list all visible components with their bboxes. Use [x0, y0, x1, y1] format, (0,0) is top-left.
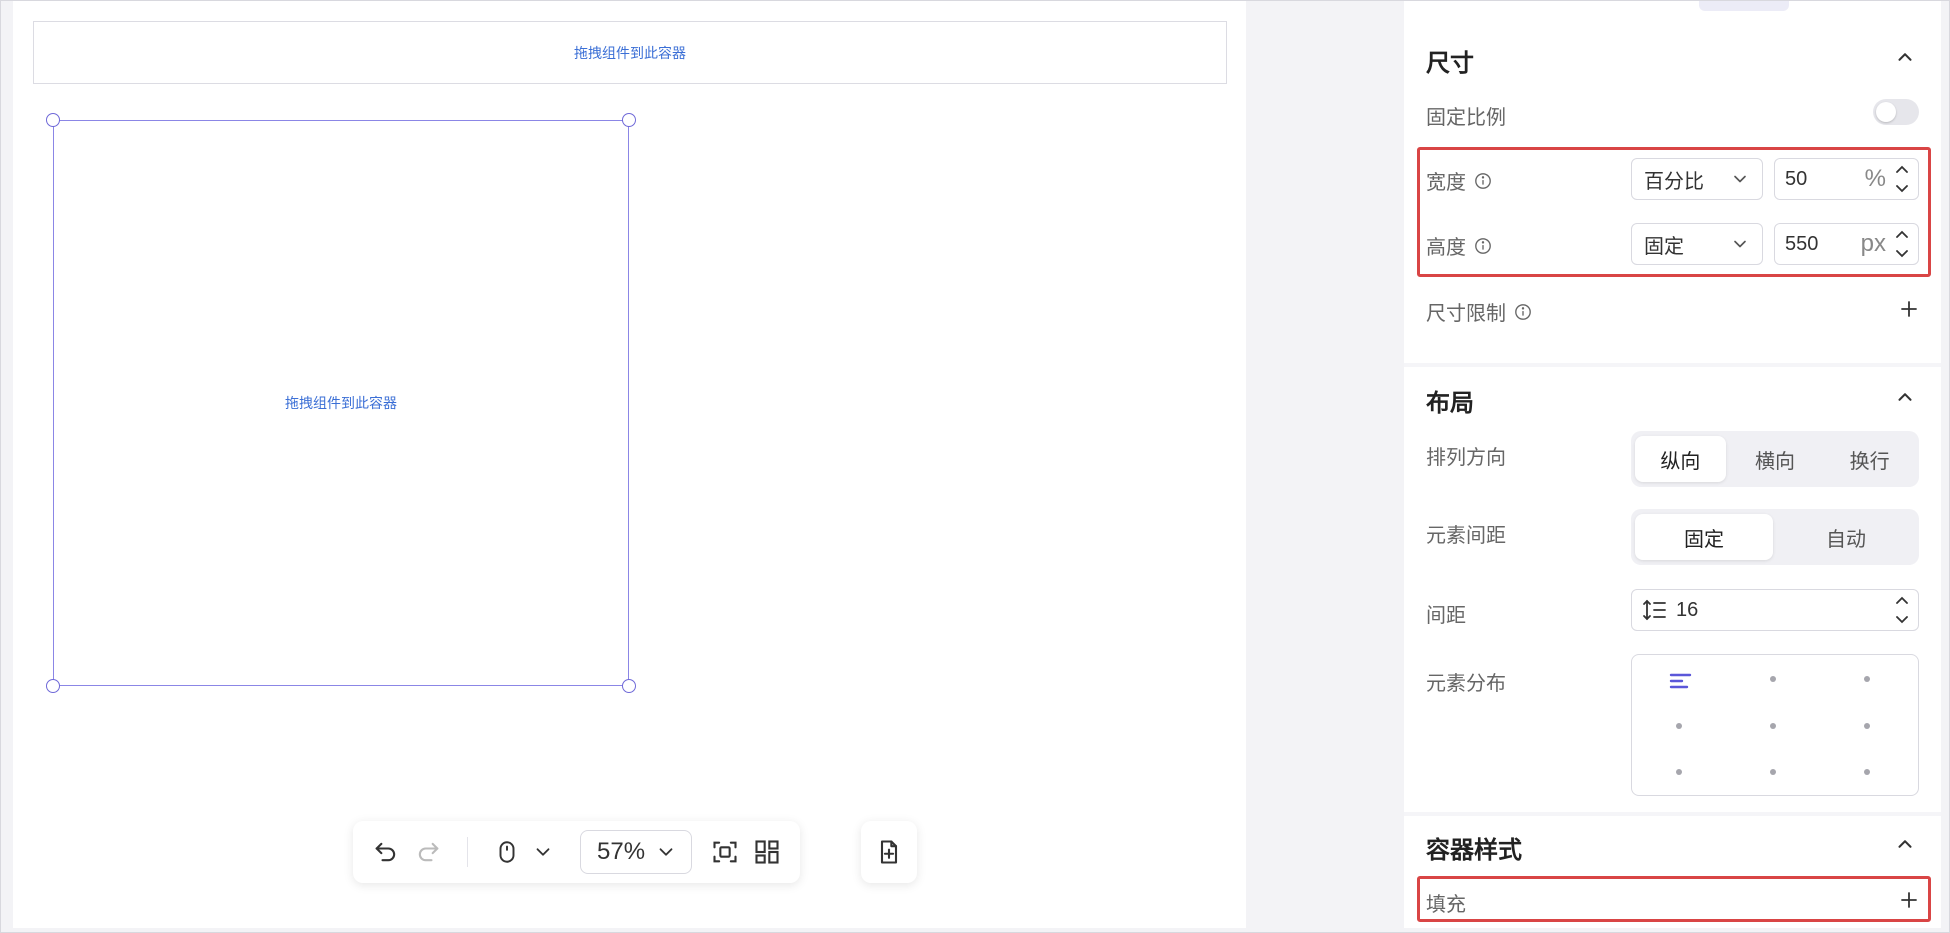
plus-icon [1901, 301, 1917, 317]
info-icon [1515, 303, 1531, 320]
size-limit-label-row: 尺寸限制 [1426, 297, 1532, 326]
width-height-highlight [1417, 147, 1931, 277]
cut-off-section [1404, 1, 1941, 13]
direction-option-wrap[interactable]: 换行 [1824, 436, 1915, 482]
fit-screen-button[interactable] [704, 831, 746, 873]
spacing-mode-option-fixed[interactable]: 固定 [1635, 514, 1773, 560]
distribution-dot-bottom-center[interactable] [1770, 769, 1776, 775]
spacing-mode-segmented: 固定 自动 [1631, 509, 1919, 565]
layout-section-title: 布局 [1426, 390, 1474, 417]
distribution-dot-top-center[interactable] [1770, 676, 1776, 682]
size-section-title: 尺寸 [1426, 50, 1474, 77]
gap-value: 16 [1676, 598, 1699, 621]
direction-option-horizontal[interactable]: 横向 [1730, 436, 1821, 482]
gap-label: 间距 [1426, 605, 1466, 627]
distribution-grid [1631, 654, 1919, 796]
dropzone-top-text: 拖拽组件到此容器 [574, 44, 686, 61]
mouse-icon [499, 841, 515, 863]
resize-handle-top-left[interactable] [46, 113, 60, 127]
resize-handle-bottom-right[interactable] [622, 679, 636, 693]
redo-icon [418, 842, 439, 862]
zoom-select[interactable]: 57% [580, 830, 693, 874]
distribution-dot-bottom-right[interactable] [1864, 769, 1870, 775]
direction-segmented: 纵向 横向 换行 [1631, 431, 1919, 487]
add-page-button[interactable] [868, 831, 910, 873]
redo-button[interactable] [407, 831, 449, 873]
canvas-toolbar: 57% [353, 821, 801, 883]
container-style-collapse-button[interactable] [1891, 830, 1919, 858]
size-limit-label: 尺寸限制 [1426, 303, 1506, 325]
cut-off-tab [1699, 1, 1789, 11]
distribution-dot-middle-center[interactable] [1770, 723, 1776, 729]
chevron-down-icon [659, 848, 673, 856]
direction-label: 排列方向 [1426, 447, 1506, 469]
grid-icon [755, 840, 779, 864]
direction-option-vertical[interactable]: 纵向 [1635, 436, 1726, 482]
distribution-dot-bottom-left[interactable] [1676, 769, 1682, 775]
resize-handle-bottom-left[interactable] [46, 679, 60, 693]
line-spacing-icon [1643, 599, 1666, 621]
pointer-mode-button[interactable] [486, 831, 528, 873]
dropzone-top[interactable]: 拖拽组件到此容器 [33, 21, 1227, 84]
container-style-section: 容器样式 填充 [1404, 816, 1941, 928]
add-size-limit-button[interactable] [1897, 297, 1921, 321]
distribution-dot-top-right[interactable] [1864, 676, 1870, 682]
dropzone-box-text: 拖拽组件到此容器 [285, 395, 397, 411]
spacing-mode-option-auto[interactable]: 自动 [1777, 514, 1915, 560]
fixed-ratio-toggle[interactable] [1873, 99, 1919, 125]
distribution-dot-middle-left[interactable] [1676, 723, 1682, 729]
fill-highlight [1417, 876, 1931, 922]
add-page-icon [880, 840, 898, 864]
chevron-down-icon [536, 848, 550, 856]
layout-grid-button[interactable] [746, 831, 788, 873]
size-collapse-button[interactable] [1891, 43, 1919, 71]
undo-button[interactable] [365, 831, 407, 873]
spacing-mode-label: 元素间距 [1426, 525, 1506, 547]
fixed-ratio-label: 固定比例 [1426, 107, 1506, 129]
align-left-icon[interactable] [1668, 669, 1694, 693]
add-page-toolbar [861, 821, 917, 883]
gap-stepper[interactable] [1894, 595, 1910, 625]
selected-container[interactable]: 拖拽组件到此容器 [46, 113, 636, 693]
undo-icon [375, 842, 396, 862]
distribution-dot-middle-right[interactable] [1864, 723, 1870, 729]
toolbar-divider [467, 837, 468, 867]
chevron-down-icon [1896, 616, 1908, 624]
zoom-value: 57% [597, 838, 646, 865]
chevron-up-icon [1896, 596, 1908, 604]
design-canvas[interactable]: 拖拽组件到此容器 拖拽组件到此容器 57% [13, 1, 1246, 928]
container-style-section-title: 容器样式 [1426, 837, 1522, 864]
size-section: 尺寸 固定比例 宽度 百分比 50 % 高度 固定 550 px 尺寸限制 [1404, 13, 1941, 363]
layout-section: 布局 排列方向 纵向 横向 换行 元素间距 固定 自动 间距 16 元素分布 [1404, 367, 1941, 812]
fit-screen-icon [713, 841, 737, 863]
resize-handle-top-right[interactable] [622, 113, 636, 127]
chevron-up-icon [1898, 393, 1912, 401]
distribution-label: 元素分布 [1426, 673, 1506, 695]
property-panel: 尺寸 固定比例 宽度 百分比 50 % 高度 固定 550 px 尺寸限制 布局… [1404, 1, 1941, 928]
pointer-mode-dropdown[interactable] [528, 831, 558, 873]
gap-input[interactable]: 16 [1631, 589, 1919, 631]
chevron-up-icon [1898, 53, 1912, 61]
app-root: 拖拽组件到此容器 拖拽组件到此容器 57% 尺寸 固定比例 宽度 百分比 50 … [0, 0, 1950, 933]
chevron-up-icon [1898, 840, 1912, 848]
layout-collapse-button[interactable] [1891, 383, 1919, 411]
